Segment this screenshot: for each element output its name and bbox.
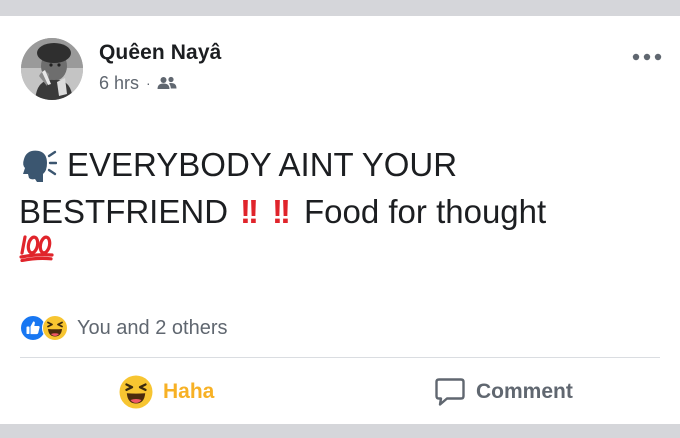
feed-separator-top <box>0 0 680 16</box>
more-options-icon[interactable] <box>632 49 662 65</box>
speaking-head-icon <box>23 150 57 182</box>
double-exclamation-icon: !! <box>240 193 259 230</box>
haha-label: Haha <box>163 380 215 403</box>
double-exclamation-icon: !! <box>272 193 291 230</box>
reaction-summary-text[interactable]: You and 2 others <box>77 317 228 340</box>
divider <box>20 357 660 358</box>
post-text-line-2: BESTFRIEND !! !! Food for thought <box>19 183 546 241</box>
hundred-points-icon <box>19 235 54 262</box>
comment-button[interactable]: Comment <box>434 372 573 412</box>
meta-separator: · <box>146 75 151 91</box>
facebook-post-card: Quêen Nayâ 6 hrs · EVERYBODY AINT YOUR B… <box>0 0 680 438</box>
comment-label: Comment <box>476 380 573 403</box>
post-text-food-for-thought: Food for thought <box>304 193 547 230</box>
post-timestamp[interactable]: 6 hrs <box>99 73 139 94</box>
feed-separator-bottom <box>0 424 680 438</box>
post-meta: 6 hrs · <box>99 72 177 94</box>
friends-icon[interactable] <box>157 76 177 90</box>
reactions-summary[interactable]: You and 2 others <box>20 314 228 342</box>
comment-icon <box>435 378 465 406</box>
haha-icon <box>119 375 153 409</box>
haha-button[interactable]: Haha <box>119 372 214 412</box>
haha-reaction-icon <box>42 315 68 341</box>
author-name[interactable]: Quêen Nayâ <box>99 41 221 65</box>
avatar[interactable] <box>21 38 83 100</box>
post-text-line-3 <box>19 232 55 262</box>
avatar-photo <box>21 38 83 100</box>
